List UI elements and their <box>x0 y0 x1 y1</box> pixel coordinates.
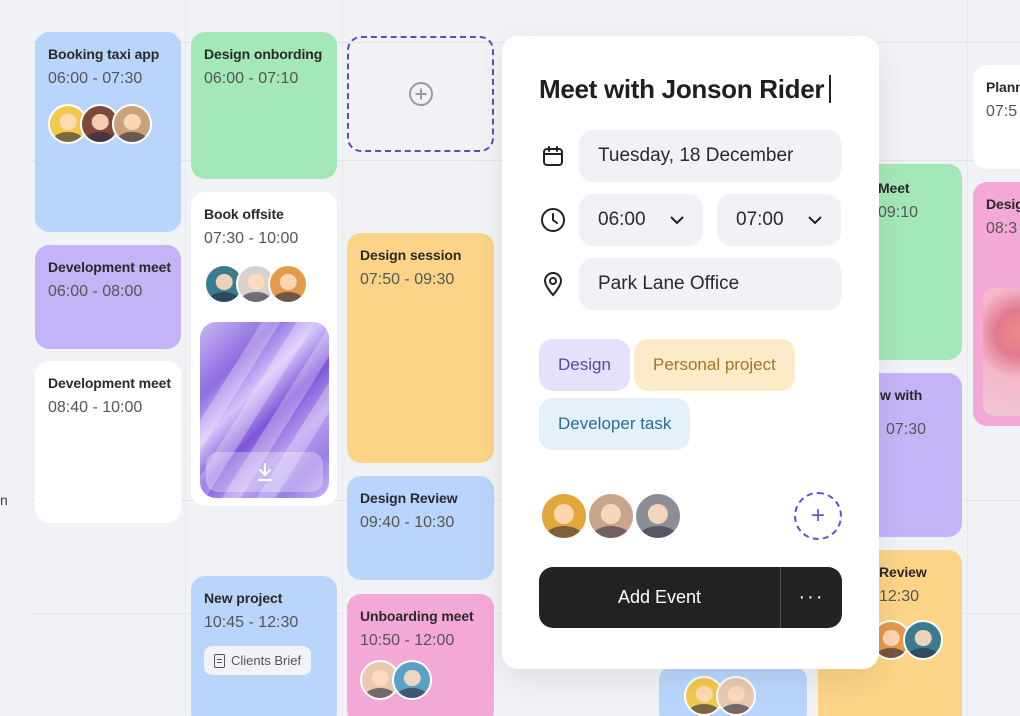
event-title: Meet <box>878 180 910 196</box>
event-card-development-meet[interactable]: Development meet 06:00 - 08:00 <box>35 245 181 349</box>
attachment-image <box>983 288 1020 416</box>
document-icon <box>214 653 225 668</box>
event-title: New project <box>204 590 283 606</box>
event-card-design[interactable]: Desig 08:3 <box>973 182 1020 426</box>
event-time: 07:30 - 10:00 <box>204 230 299 247</box>
location-row: Park Lane Office <box>539 258 842 310</box>
start-time-value: 06:00 <box>598 209 646 230</box>
event-card-booking-taxi[interactable]: Booking taxi app 06:00 - 07:30 <box>35 32 181 232</box>
event-time: 09:10 <box>878 204 919 221</box>
event-card-unboarding-meet[interactable]: Unboarding meet 10:50 - 12:00 <box>347 594 494 716</box>
event-time: 09:40 - 10:30 <box>360 514 455 531</box>
attendee-avatars <box>360 660 481 700</box>
event-title-text: Meet with Jonson Rider <box>539 74 825 104</box>
download-icon <box>257 463 272 481</box>
attendee-avatars <box>48 104 168 144</box>
end-time-value: 07:00 <box>736 209 784 230</box>
event-time: 07:50 - 09:30 <box>360 271 455 288</box>
grid-line <box>185 0 186 716</box>
plus-circle-icon <box>408 82 433 106</box>
event-title: Desig <box>986 196 1020 212</box>
text-caret <box>829 75 832 103</box>
chevron-down-icon <box>670 215 684 224</box>
location-field[interactable]: Park Lane Office <box>579 258 842 310</box>
time-row: 06:00 07:00 <box>539 194 841 246</box>
add-event-slot[interactable] <box>347 36 494 152</box>
event-time: 06:00 - 07:10 <box>204 70 299 87</box>
avatar <box>392 660 432 700</box>
event-time: 08:3 <box>986 220 1018 237</box>
event-title: Plann <box>986 79 1020 95</box>
start-time-select[interactable]: 06:00 <box>579 194 703 246</box>
event-title: Development meet <box>48 375 171 391</box>
plus-icon: + <box>810 502 825 529</box>
tag-personal-project[interactable]: Personal project <box>634 339 795 391</box>
event-time: 08:40 - 10:00 <box>48 399 143 416</box>
tag-developer-task[interactable]: Developer task <box>539 398 691 450</box>
avatar <box>716 676 756 716</box>
event-card-design-onbording[interactable]: Design onbording 06:00 - 07:10 <box>191 32 337 179</box>
event-card-partial[interactable] <box>659 666 807 716</box>
location-value: Park Lane Office <box>598 273 740 294</box>
avatar[interactable] <box>586 491 636 541</box>
attendee-avatars <box>539 491 683 541</box>
event-time: 10:50 - 12:00 <box>360 632 455 649</box>
event-card-planning[interactable]: Plann 07:5 <box>973 65 1020 169</box>
attachment-label: Clients Brief <box>231 653 302 668</box>
grid-line <box>967 0 968 716</box>
add-event-button[interactable]: Add Event <box>539 567 781 628</box>
event-title: Design Review <box>360 490 458 506</box>
avatar <box>903 620 943 660</box>
attendee-avatars <box>871 620 949 660</box>
date-row: Tuesday, 18 December <box>539 130 842 182</box>
attendee-avatars <box>204 264 324 304</box>
event-time: 12:30 <box>879 588 920 605</box>
event-card-design-review[interactable]: Design Review 09:40 - 10:30 <box>347 476 494 580</box>
event-time: 06:00 - 07:30 <box>48 70 143 87</box>
event-card-development-meet[interactable]: Development meet 08:40 - 10:00 <box>35 361 181 523</box>
event-card-new-project[interactable]: New project 10:45 - 12:30 Clients Brief <box>191 576 337 716</box>
end-time-select[interactable]: 07:00 <box>717 194 841 246</box>
event-title-input[interactable]: Meet with Jonson Rider <box>539 74 832 105</box>
chevron-down-icon <box>808 215 822 224</box>
event-title: Design onbording <box>204 46 323 62</box>
avatar <box>112 104 152 144</box>
tag-design[interactable]: Design <box>539 339 630 391</box>
attachment-chip[interactable]: Clients Brief <box>204 646 312 675</box>
calendar-icon <box>539 142 567 170</box>
download-button[interactable] <box>206 452 323 492</box>
avatar <box>268 264 308 304</box>
grid-line <box>342 0 343 716</box>
attachment-image[interactable] <box>200 322 329 498</box>
date-field[interactable]: Tuesday, 18 December <box>579 130 842 182</box>
new-event-modal: Meet with Jonson Rider Tuesday, 18 Decem… <box>502 36 879 669</box>
event-card-design-session[interactable]: Design session 07:50 - 09:30 <box>347 233 494 463</box>
event-title: w with <box>880 387 923 403</box>
attendee-avatars <box>672 676 794 716</box>
action-bar: Add Event ··· <box>539 567 842 628</box>
event-title: Unboarding meet <box>360 608 474 624</box>
time-label: n <box>0 492 8 508</box>
avatar[interactable] <box>539 491 589 541</box>
event-time: 07:30 <box>886 421 927 438</box>
event-title: Book offsite <box>204 206 284 222</box>
avatar[interactable] <box>633 491 683 541</box>
add-attendee-button[interactable]: + <box>794 492 842 540</box>
more-options-button[interactable]: ··· <box>781 567 842 628</box>
event-time: 10:45 - 12:30 <box>204 614 299 631</box>
event-title: Development meet <box>48 259 171 275</box>
event-title: Booking taxi app <box>48 46 160 62</box>
event-title: Design session <box>360 247 462 263</box>
clock-icon <box>539 206 567 234</box>
event-time: 07:5 <box>986 103 1018 120</box>
event-time: 06:00 - 08:00 <box>48 283 143 300</box>
location-pin-icon <box>539 270 567 298</box>
date-value: Tuesday, 18 December <box>598 145 794 166</box>
event-title: Review <box>879 564 927 580</box>
